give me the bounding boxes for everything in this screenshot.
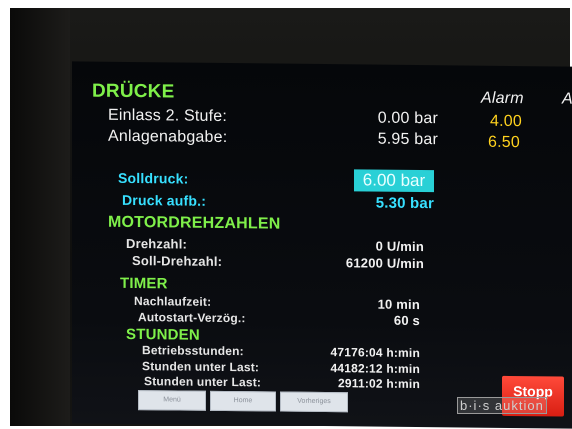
drehzahl-value: 0 U/min bbox=[375, 238, 424, 255]
einlass-value: 0.00 bar bbox=[377, 109, 438, 128]
stunden-unter-last-value-2: 2911:02 h:min bbox=[338, 376, 420, 392]
anlagenabgabe-label: Anlagenabgabe: bbox=[108, 127, 228, 147]
anlagenabgabe-value: 5.95 bar bbox=[377, 130, 438, 149]
section-timer-header: TIMER bbox=[120, 274, 168, 293]
einlass-label: Einlass 2. Stufe: bbox=[108, 106, 228, 126]
section-motor-header: MOTORDREHZAHLEN bbox=[108, 213, 281, 233]
nachlaufzeit-label: Nachlaufzeit: bbox=[134, 294, 212, 309]
nav-button-previous[interactable]: Vorheriges bbox=[280, 391, 348, 413]
bezel-shadow bbox=[10, 8, 70, 426]
alarm-column-header-cut: A bbox=[562, 90, 572, 108]
soll-drehzahl-value: 61200 U/min bbox=[345, 255, 424, 272]
einlass-alarm-value: 4.00 bbox=[490, 112, 522, 131]
stunden-unter-last-value-1: 44182:12 h:min bbox=[330, 361, 420, 377]
solldruck-input[interactable]: 6.00 bar bbox=[354, 169, 434, 193]
soll-drehzahl-label: Soll-Drehzahl: bbox=[132, 253, 223, 269]
watermark-logo: b·i·s auktion bbox=[457, 397, 547, 414]
alarm-column-header: Alarm bbox=[481, 89, 524, 108]
solldruck-label: Solldruck: bbox=[118, 169, 189, 187]
nav-button-home[interactable]: Home bbox=[210, 390, 276, 412]
section-stunden-header: STUNDEN bbox=[126, 325, 200, 344]
betriebsstunden-value: 47176:04 h:min bbox=[330, 345, 420, 361]
autostart-label: Autostart-Verzög.: bbox=[138, 310, 246, 326]
section-druecke-header: DRÜCKE bbox=[92, 80, 175, 103]
watermark-text: b·i·s auktion bbox=[457, 397, 547, 414]
betriebsstunden-label: Betriebsstunden: bbox=[142, 343, 244, 359]
druck-aufb-label: Druck aufb.: bbox=[122, 191, 207, 209]
drehzahl-label: Drehzahl: bbox=[126, 235, 188, 252]
hmi-screen: DRÜCKE Alarm A Einlass 2. Stufe: 0.00 ba… bbox=[72, 61, 572, 429]
stunden-unter-last-label-1: Stunden unter Last: bbox=[142, 359, 260, 375]
nachlaufzeit-value: 10 min bbox=[377, 296, 420, 313]
autostart-value: 60 s bbox=[393, 312, 420, 329]
druck-aufb-value: 5.30 bar bbox=[375, 194, 434, 213]
nav-button-menu[interactable]: Menü bbox=[138, 390, 206, 411]
anlagenabgabe-alarm-value: 6.50 bbox=[488, 133, 520, 152]
stunden-unter-last-label-2: Stunden unter Last: bbox=[144, 374, 262, 390]
